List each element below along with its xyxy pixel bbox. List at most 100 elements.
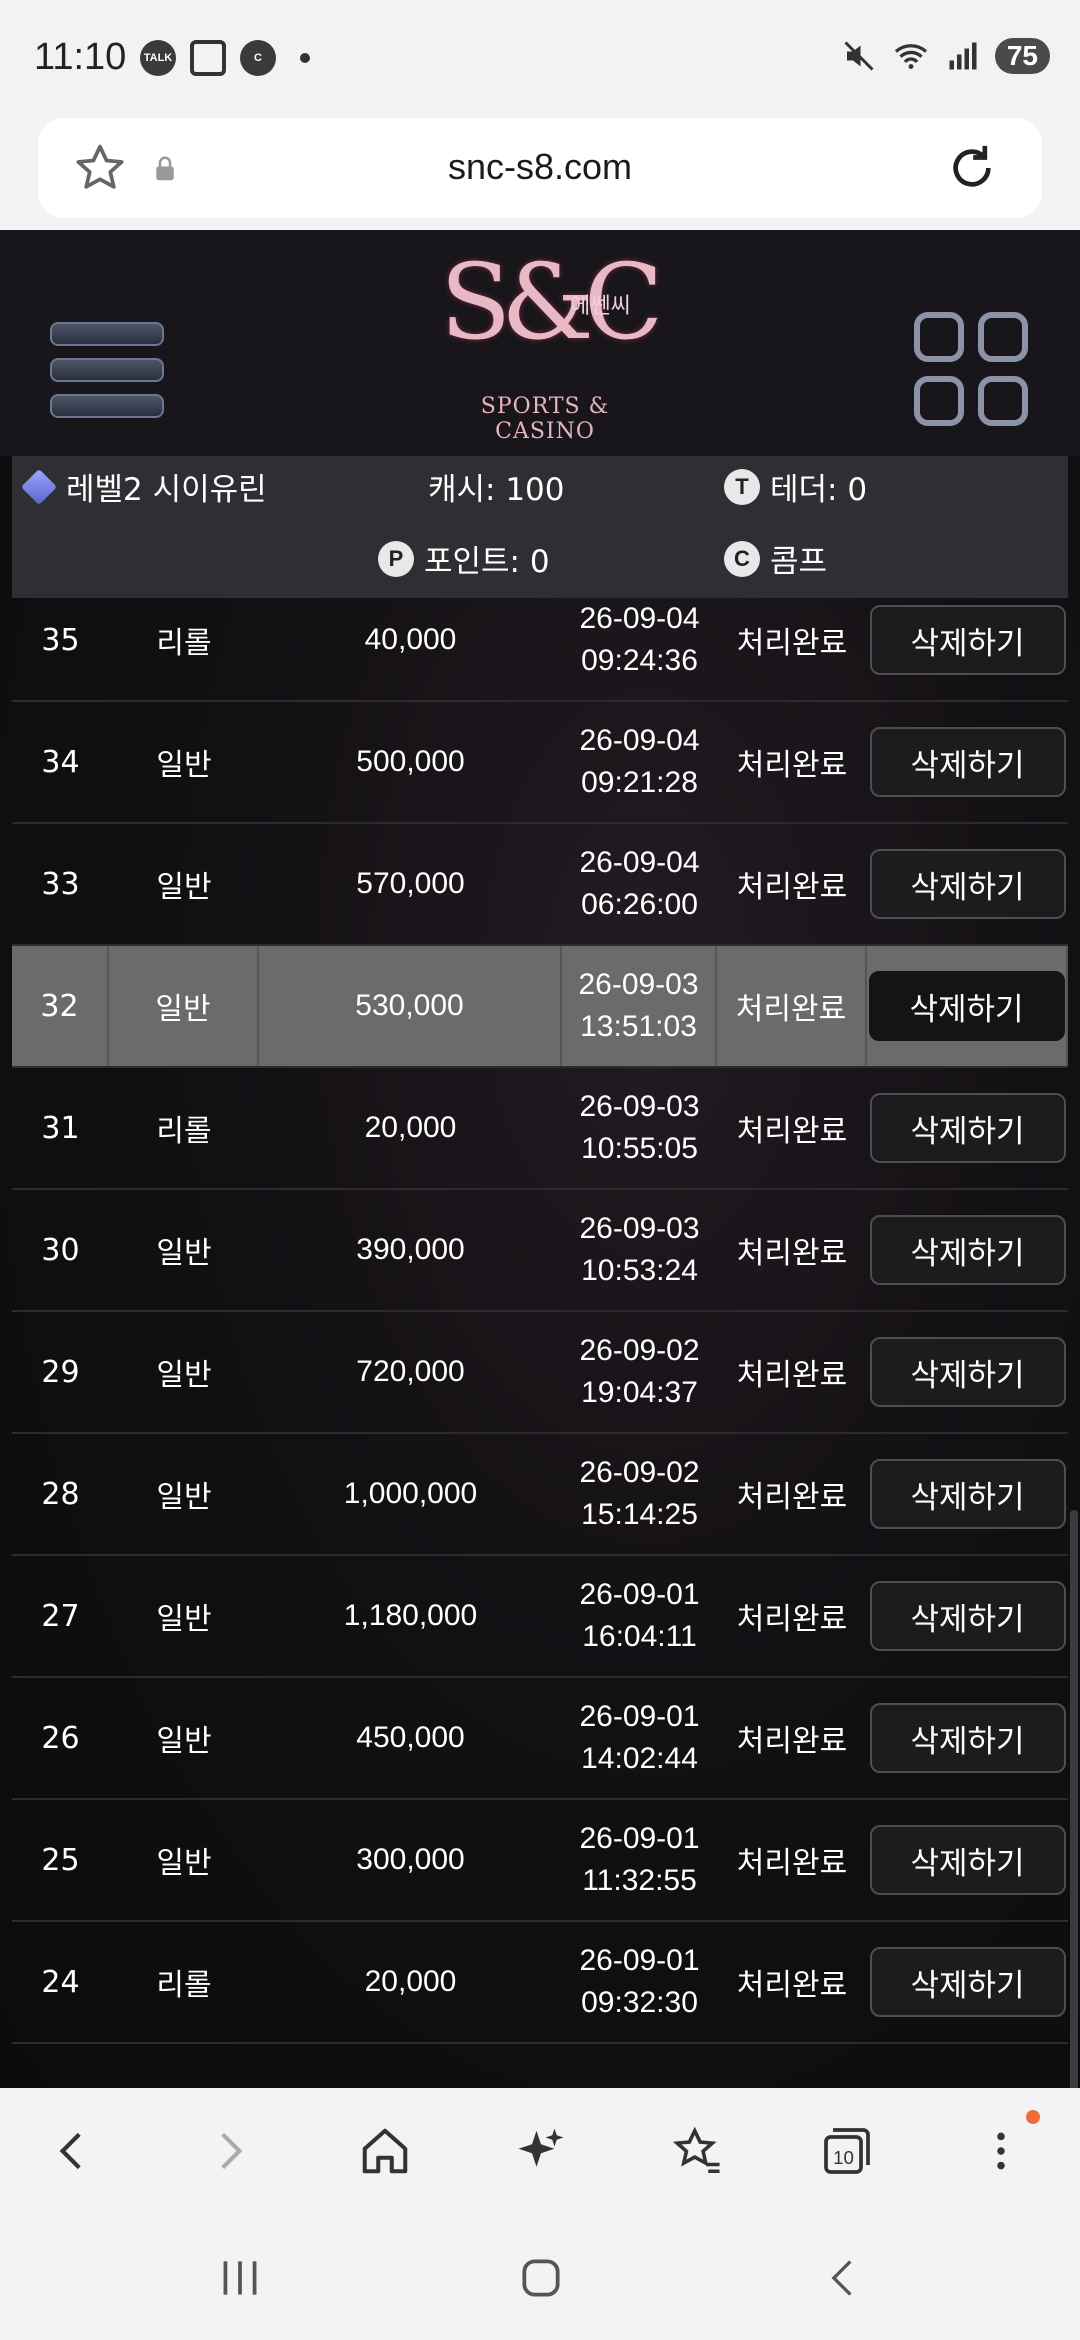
home-icon bbox=[362, 2128, 408, 2174]
back-button[interactable] bbox=[38, 2116, 108, 2186]
table-row[interactable]: 32 일반 530,000 26-09-03 13:51:03 처리완료 삭제하기 bbox=[12, 946, 1068, 1068]
row-amount: 570,000 bbox=[356, 867, 465, 900]
row-amount: 1,180,000 bbox=[343, 1599, 478, 1632]
row-status: 처리완료 bbox=[736, 1358, 848, 1393]
row-time: 09:32:30 bbox=[581, 1986, 698, 2019]
hamburger-menu-icon[interactable] bbox=[50, 322, 164, 430]
row-amount: 530,000 bbox=[259, 946, 562, 1066]
row-amount: 40,000 bbox=[364, 623, 457, 656]
row-time: 14:02:44 bbox=[581, 1742, 698, 1775]
site-header: S&C 에쎈씨 SPORTS & CASINO bbox=[0, 230, 1080, 456]
row-type: 일반 bbox=[156, 748, 212, 783]
table-row[interactable]: 27 일반 1,180,000 26-09-01 16:04:11 처리완료 삭제하기 bbox=[12, 1556, 1068, 1678]
user-level-text: 레벨2 시이유린 bbox=[66, 472, 267, 508]
delete-button[interactable]: 삭제하기 bbox=[869, 1215, 1066, 1285]
table-row[interactable]: 24 리롤 20,000 26-09-01 09:32:30 처리완료 삭제하기 bbox=[12, 1922, 1068, 2044]
url-text[interactable]: snc-s8.com bbox=[38, 146, 1042, 188]
wifi-icon bbox=[894, 44, 927, 69]
row-action: 삭제하기 bbox=[867, 824, 1068, 944]
row-type: 일반 bbox=[156, 1480, 212, 1515]
home-button[interactable] bbox=[350, 2116, 420, 2186]
recents-icon bbox=[223, 2261, 257, 2295]
row-status: 처리완료 bbox=[736, 1114, 848, 1149]
tabs-button[interactable]: 10 bbox=[812, 2116, 882, 2186]
row-status: 처리완료 bbox=[736, 1236, 848, 1271]
table-row[interactable]: 33 일반 570,000 26-09-04 06:26:00 처리완료 삭제하기 bbox=[12, 824, 1068, 946]
row-action: 삭제하기 bbox=[867, 598, 1068, 700]
row-datetime: 26-09-01 09:32:30 bbox=[562, 1922, 717, 2042]
delete-button[interactable]: 삭제하기 bbox=[869, 605, 1066, 675]
cash-balance: 캐시: 100 bbox=[428, 464, 565, 509]
row-datetime: 26-09-01 14:02:44 bbox=[562, 1678, 717, 1798]
row-datetime: 26-09-04 09:24:36 bbox=[562, 598, 717, 700]
system-home-icon bbox=[522, 2259, 560, 2297]
row-number: 32 bbox=[12, 946, 109, 1066]
table-row[interactable]: 25 일반 300,000 26-09-01 11:32:55 처리완료 삭제하기 bbox=[12, 1800, 1068, 1922]
bookmarks-button[interactable] bbox=[662, 2116, 732, 2186]
row-status: 처리완료 bbox=[736, 870, 848, 905]
row-amount: 720,000 bbox=[356, 1355, 465, 1388]
row-status: 처리완료 bbox=[736, 748, 848, 783]
row-status: 처리완료 bbox=[717, 946, 867, 1066]
points-text: 포인트: 0 bbox=[424, 544, 550, 580]
delete-button[interactable]: 삭제하기 bbox=[869, 849, 1066, 919]
row-number: 33 bbox=[41, 866, 80, 902]
sparkle-icon bbox=[518, 2128, 564, 2167]
delete-button[interactable]: 삭제하기 bbox=[868, 971, 1065, 1041]
comp-balance[interactable]: C 콤프 bbox=[724, 536, 827, 581]
row-status: 처리완료 bbox=[736, 1724, 848, 1759]
system-home-button[interactable] bbox=[506, 2253, 576, 2303]
delete-button[interactable]: 삭제하기 bbox=[869, 727, 1066, 797]
system-back-button[interactable] bbox=[808, 2253, 878, 2303]
delete-button[interactable]: 삭제하기 bbox=[869, 1947, 1066, 2017]
bookmark-list-icon bbox=[672, 2126, 720, 2174]
table-row[interactable]: 35 리롤 40,000 26-09-04 09:24:36 처리완료 삭제하기 bbox=[12, 598, 1068, 702]
row-date: 26-09-03 bbox=[579, 1212, 700, 1245]
delete-button[interactable]: 삭제하기 bbox=[869, 1703, 1066, 1773]
table-row[interactable]: 28 일반 1,000,000 26-09-02 15:14:25 처리완료 삭제하기 bbox=[12, 1434, 1068, 1556]
system-back-icon bbox=[831, 2260, 852, 2296]
grid-menu-icon[interactable] bbox=[914, 312, 1028, 426]
status-notification-icons: TALK C bbox=[140, 40, 310, 76]
row-number: 27 bbox=[41, 1598, 80, 1634]
row-datetime: 26-09-01 11:32:55 bbox=[562, 1800, 717, 1920]
more-menu-button[interactable] bbox=[966, 2116, 1036, 2186]
delete-button[interactable]: 삭제하기 bbox=[869, 1093, 1066, 1163]
table-row[interactable]: 34 일반 500,000 26-09-04 09:21:28 처리완료 삭제하기 bbox=[12, 702, 1068, 824]
browser-address-area: snc-s8.com bbox=[0, 118, 1080, 230]
table-row[interactable]: 26 일반 450,000 26-09-01 14:02:44 처리완료 삭제하기 bbox=[12, 1678, 1068, 1800]
row-status: 처리완료 bbox=[736, 1846, 848, 1881]
row-number: 24 bbox=[41, 1964, 80, 2000]
table-row[interactable]: 29 일반 720,000 26-09-02 19:04:37 처리완료 삭제하기 bbox=[12, 1312, 1068, 1434]
address-bar[interactable]: snc-s8.com bbox=[38, 118, 1042, 218]
history-table[interactable]: 35 리롤 40,000 26-09-04 09:24:36 처리완료 삭제하기 34 일반 50… bbox=[12, 598, 1068, 2088]
row-datetime: 26-09-04 06:26:00 bbox=[562, 824, 717, 944]
row-date: 26-09-03 bbox=[579, 1090, 700, 1123]
ai-sparkle-button[interactable] bbox=[506, 2116, 576, 2186]
table-row[interactable]: 31 리롤 20,000 26-09-03 10:55:05 처리완료 삭제하기 bbox=[12, 1068, 1068, 1190]
site-logo[interactable]: S&C 에쎈씨 SPORTS & CASINO bbox=[440, 250, 663, 450]
tether-icon: T bbox=[724, 468, 760, 505]
row-datetime: 26-09-03 10:53:24 bbox=[562, 1190, 717, 1310]
row-type: 일반 bbox=[109, 946, 259, 1066]
delete-button[interactable]: 삭제하기 bbox=[869, 1825, 1066, 1895]
row-date: 26-09-01 bbox=[579, 1822, 700, 1855]
row-action: 삭제하기 bbox=[867, 1434, 1068, 1554]
row-type: 일반 bbox=[156, 1358, 212, 1393]
talk-notification-icon: TALK bbox=[140, 40, 176, 76]
forward-button[interactable] bbox=[194, 2116, 264, 2186]
recents-button[interactable] bbox=[205, 2253, 275, 2303]
delete-button[interactable]: 삭제하기 bbox=[869, 1337, 1066, 1407]
table-row[interactable]: 30 일반 390,000 26-09-03 10:53:24 처리완료 삭제하기 bbox=[12, 1190, 1068, 1312]
row-datetime: 26-09-04 09:21:28 bbox=[562, 702, 717, 822]
row-amount: 1,000,000 bbox=[343, 1477, 478, 1510]
row-time: 15:14:25 bbox=[581, 1498, 698, 1531]
delete-button[interactable]: 삭제하기 bbox=[869, 1581, 1066, 1651]
points-balance: P 포인트: 0 bbox=[378, 536, 550, 581]
row-action: 삭제하기 bbox=[867, 702, 1068, 822]
delete-button[interactable]: 삭제하기 bbox=[869, 1459, 1066, 1529]
points-icon: P bbox=[378, 540, 414, 577]
scrollbar[interactable] bbox=[1070, 1510, 1078, 2110]
row-time: 13:51:03 bbox=[580, 1010, 697, 1043]
reload-icon[interactable] bbox=[944, 140, 1000, 196]
